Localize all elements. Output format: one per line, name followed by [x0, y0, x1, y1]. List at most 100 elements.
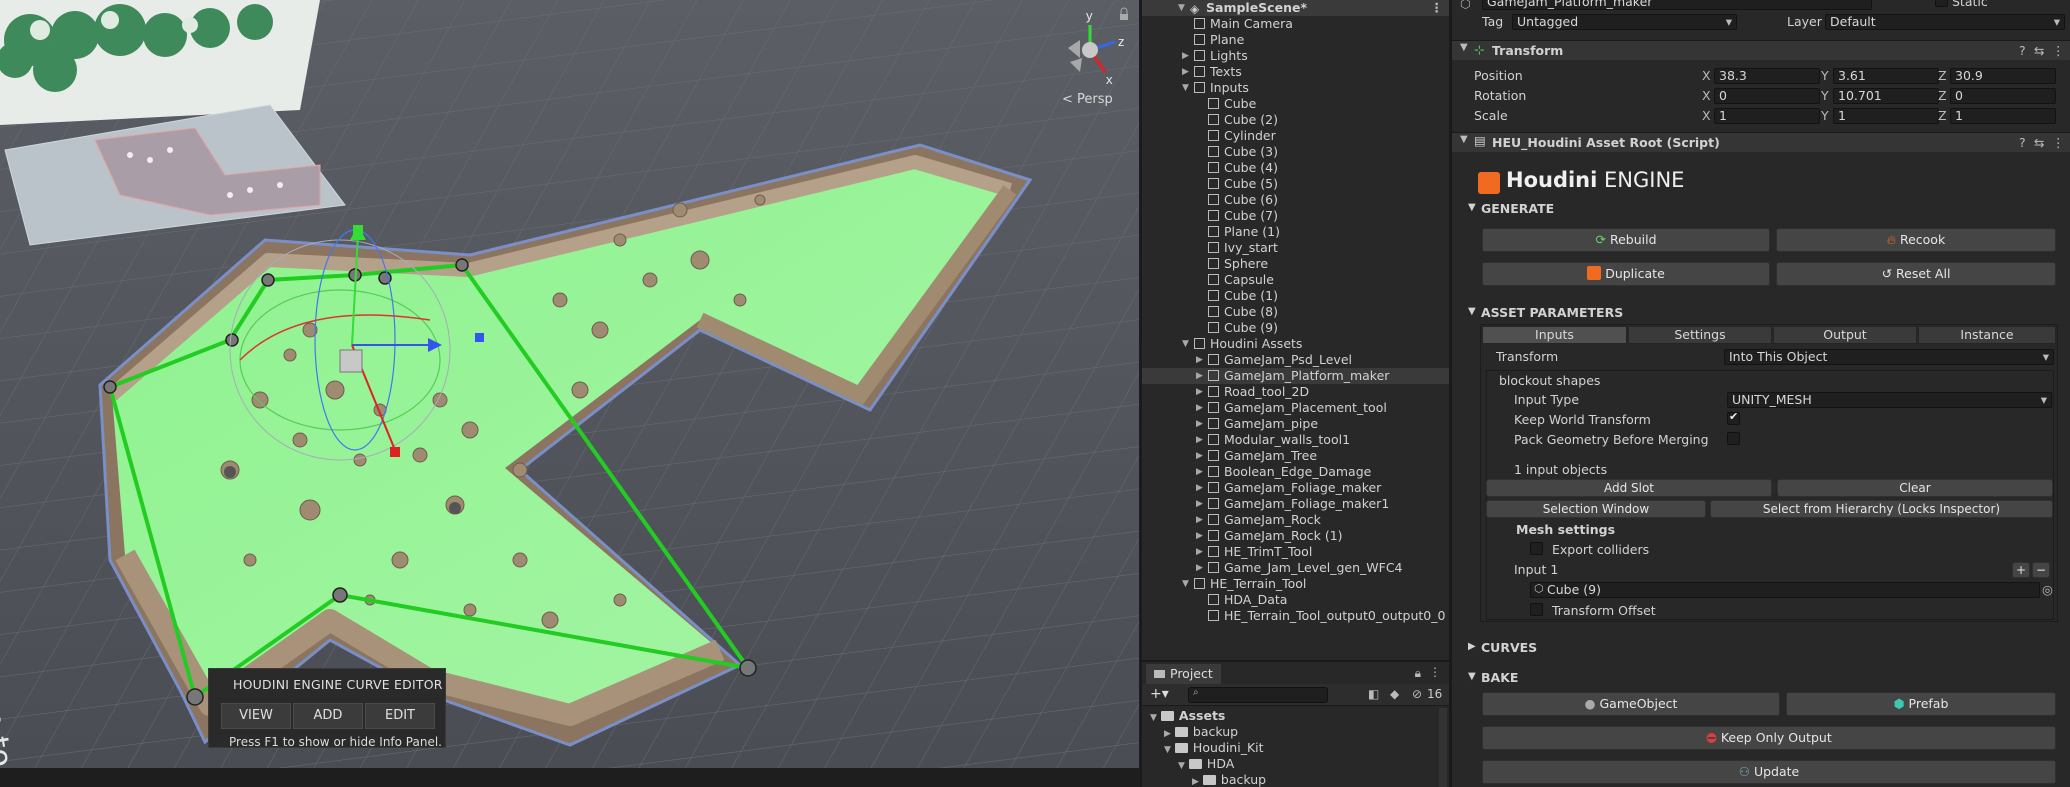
scale-z-field[interactable]: 1 — [1950, 108, 2056, 124]
export-colliders-checkbox[interactable] — [1530, 542, 1543, 555]
hierarchy-item[interactable]: ▶ GameJam_Tree — [1142, 448, 1449, 464]
transform-offset-checkbox[interactable] — [1530, 603, 1543, 616]
collapse-arrow-icon[interactable]: ▼ — [1150, 713, 1157, 723]
tab-output[interactable]: Output — [1773, 326, 1917, 344]
scale-x-axis-label[interactable]: X — [1702, 108, 1711, 123]
hierarchy-item[interactable]: ▶ GameJam_Rock (1) — [1142, 528, 1449, 544]
scene-view[interactable]: y z x < Persp Platform tool HOUDINI ENGI… — [0, 0, 1139, 768]
transform-param-dropdown[interactable]: Into This Object — [1724, 349, 2054, 365]
expand-arrow-icon[interactable]: ▶ — [1196, 464, 1203, 480]
project-folder-item[interactable]: ▶ backup — [1164, 724, 1238, 740]
scene-menu-icon[interactable]: ⋮ — [1431, 0, 1444, 16]
hierarchy-item[interactable]: Cylinder — [1142, 128, 1449, 144]
project-folder-item[interactable]: ▼ Houdini_Kit — [1164, 740, 1264, 756]
rotation-z-field[interactable]: 0 — [1950, 88, 2056, 104]
project-folder-item[interactable]: ▶ backup — [1192, 772, 1266, 787]
asset-parameters-header[interactable]: ASSET PARAMETERS — [1481, 305, 1623, 320]
hierarchy-item[interactable]: Cube (9) — [1142, 320, 1449, 336]
bake-prefab-button[interactable]: ⬢ Prefab — [1786, 692, 2056, 716]
position-y-field[interactable]: 3.61 — [1833, 68, 1939, 84]
hierarchy-item[interactable]: ▶ Lights — [1142, 48, 1449, 64]
position-y-axis-label[interactable]: Y — [1821, 68, 1829, 83]
help-icon[interactable]: ? — [2019, 135, 2026, 150]
expand-arrow-icon[interactable]: ▶ — [1196, 432, 1203, 448]
collapse-arrow-icon[interactable]: ▼ — [1164, 745, 1171, 755]
expand-arrow-icon[interactable]: ▶ — [1196, 544, 1203, 560]
position-z-field[interactable]: 30.9 — [1950, 68, 2056, 84]
scale-z-axis-label[interactable]: Z — [1938, 108, 1947, 123]
script-header[interactable]: ▼ ▤ HEU_Houdini Asset Root (Script) ? ⇆ … — [1452, 132, 2070, 152]
hierarchy-item[interactable]: ▶ Game_Jam_Level_gen_WFC4 — [1142, 560, 1449, 576]
position-x-field[interactable]: 38.3 — [1714, 68, 1820, 84]
object-picker-icon[interactable]: ◎ — [2042, 582, 2053, 597]
tab-settings[interactable]: Settings — [1628, 326, 1772, 344]
project-menu-icon[interactable]: ⋮ — [1429, 665, 1441, 679]
hidden-packages-icon[interactable]: ⊘ — [1412, 687, 1422, 701]
layer-dropdown[interactable]: Default — [1825, 14, 2065, 30]
hierarchy-item[interactable]: ▶ Texts — [1142, 64, 1449, 80]
hierarchy-item[interactable]: Cube (3) — [1142, 144, 1449, 160]
project-scrollbar[interactable] — [1439, 708, 1447, 787]
collapse-arrow-icon[interactable]: ▼ — [1460, 134, 1468, 145]
curve-view-button[interactable]: VIEW — [221, 703, 291, 729]
tag-dropdown[interactable]: Untagged — [1512, 14, 1737, 30]
hierarchy-item[interactable]: Cube (6) — [1142, 192, 1449, 208]
hierarchy-item[interactable]: Ivy_start — [1142, 240, 1449, 256]
hierarchy-item[interactable]: ▶ Boolean_Edge_Damage — [1142, 464, 1449, 480]
add-slot-button[interactable]: Add Slot — [1486, 479, 1772, 497]
hierarchy-item[interactable]: HE_Terrain_Tool_output0_output0_0 — [1142, 608, 1449, 624]
hierarchy-item[interactable]: Cube — [1142, 96, 1449, 112]
hierarchy-item[interactable]: ▶ GameJam_Rock — [1142, 512, 1449, 528]
hierarchy-item[interactable]: Capsule — [1142, 272, 1449, 288]
duplicate-button[interactable]: Duplicate — [1482, 262, 1770, 286]
object-name-field[interactable]: GameJam_Platform_maker — [1482, 0, 1872, 10]
rotation-y-axis-label[interactable]: Y — [1821, 88, 1829, 103]
hierarchy-item[interactable]: ▼ HE_Terrain_Tool — [1142, 576, 1449, 592]
hierarchy-item[interactable]: ▶ GameJam_Platform_maker — [1142, 368, 1449, 384]
rotation-x-axis-label[interactable]: X — [1702, 88, 1711, 103]
expand-arrow-icon[interactable]: ▶ — [1196, 496, 1203, 512]
scene-canvas[interactable]: y z x — [0, 0, 1139, 768]
help-icon[interactable]: ? — [2019, 43, 2026, 58]
component-menu-icon[interactable]: ⋮ — [2052, 135, 2065, 150]
collapse-arrow-icon[interactable]: ▼ — [1468, 671, 1476, 682]
hierarchy-item[interactable]: Cube (7) — [1142, 208, 1449, 224]
component-menu-icon[interactable]: ⋮ — [2052, 43, 2065, 58]
hierarchy-item[interactable]: ▶ Modular_walls_tool1 — [1142, 432, 1449, 448]
hierarchy-item[interactable]: Plane (1) — [1142, 224, 1449, 240]
hierarchy-item[interactable]: ▶ GameJam_Placement_tool — [1142, 400, 1449, 416]
scene-expand-arrow[interactable]: ▼ — [1178, 0, 1185, 16]
hierarchy-item[interactable]: HDA_Data — [1142, 592, 1449, 608]
rebuild-button[interactable]: ⟳ Rebuild — [1482, 228, 1770, 252]
presets-icon[interactable]: ⇆ — [2034, 43, 2044, 58]
expand-arrow-icon[interactable]: ▶ — [1196, 448, 1203, 464]
hierarchy-item[interactable]: Sphere — [1142, 256, 1449, 272]
rotation-z-axis-label[interactable]: Z — [1938, 88, 1947, 103]
expand-arrow-icon[interactable]: ▶ — [1182, 64, 1189, 80]
pack-geometry-checkbox[interactable] — [1727, 432, 1740, 445]
rotation-y-field[interactable]: 10.701 — [1833, 88, 1939, 104]
scale-y-axis-label[interactable]: Y — [1821, 108, 1829, 123]
transform-header[interactable]: ▼ ⊹ Transform ? ⇆ ⋮ — [1452, 40, 2070, 60]
keep-world-transform-checkbox[interactable] — [1727, 410, 1740, 425]
hierarchy-item[interactable]: Cube (4) — [1142, 160, 1449, 176]
project-folder-item[interactable]: ▼ HDA — [1178, 756, 1234, 772]
create-plus-icon[interactable]: +▾ — [1150, 686, 1169, 702]
collapse-arrow-icon[interactable]: ▼ — [1182, 80, 1189, 96]
bake-gameobject-button[interactable]: ● GameObject — [1482, 692, 1780, 716]
expand-arrow-icon[interactable]: ▶ — [1196, 416, 1203, 432]
hierarchy-item[interactable]: Cube (2) — [1142, 112, 1449, 128]
generate-header[interactable]: GENERATE — [1481, 201, 1554, 216]
static-checkbox[interactable] — [1935, 0, 1948, 7]
collapse-arrow-icon[interactable]: ▼ — [1178, 761, 1185, 771]
curve-add-button[interactable]: ADD — [293, 703, 363, 729]
collapse-arrow-icon[interactable]: ▼ — [1468, 306, 1476, 317]
tab-instance[interactable]: Instance — [1918, 326, 2056, 344]
hierarchy-item[interactable]: ▶ GameJam_pipe — [1142, 416, 1449, 432]
collapse-arrow-icon[interactable]: ▼ — [1468, 202, 1476, 213]
expand-arrow-icon[interactable]: ▶ — [1196, 512, 1203, 528]
expand-arrow-icon[interactable]: ▶ — [1468, 641, 1476, 652]
hierarchy-item[interactable]: Cube (8) — [1142, 304, 1449, 320]
project-tab[interactable]: Project — [1146, 664, 1221, 684]
remove-input-button[interactable]: − — [2032, 562, 2050, 578]
